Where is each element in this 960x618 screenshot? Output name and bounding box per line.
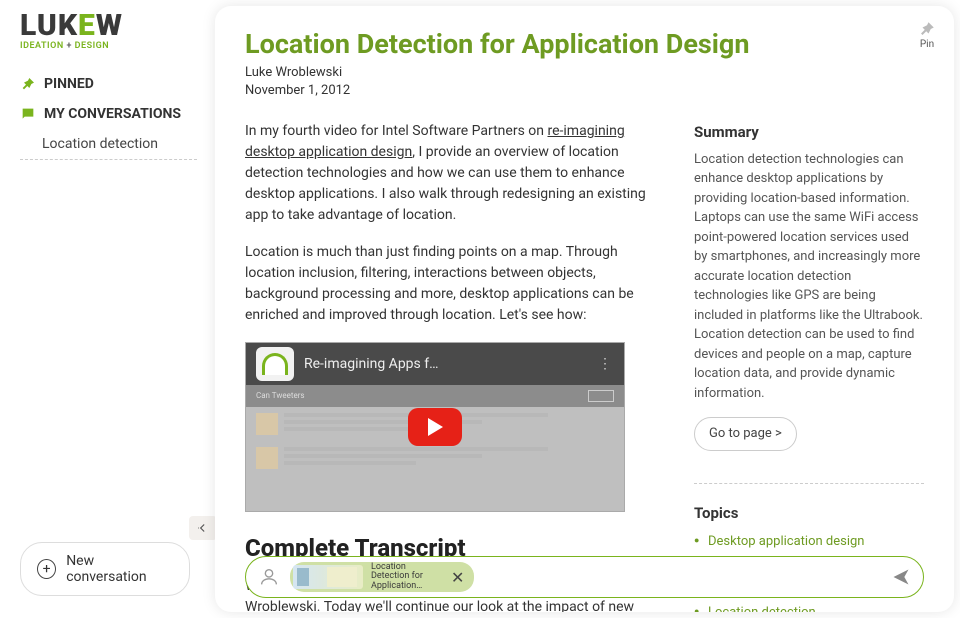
pin-button[interactable]: Pin [918,20,936,50]
new-conversation-button[interactable]: + New conversation [20,542,190,596]
video-title: Re-imagining Apps f… [304,354,588,375]
pushpin-icon [918,20,936,38]
article-author: Luke Wroblewski [245,64,924,82]
nav-myconv-label: MY CONVERSATIONS [44,106,181,122]
topic-item[interactable]: Desktop application design [694,530,924,554]
pin-label: Pin [920,39,934,50]
article-date: November 1, 2012 [245,82,924,100]
user-icon [258,566,280,588]
article-p1: In my fourth video for Intel Software Pa… [245,121,664,226]
video-embed[interactable]: Re-imagining Apps f… ⋮ Can Tweeters [245,342,625,512]
play-icon [428,418,443,436]
plus-icon: + [37,559,56,579]
new-conversation-label: New conversation [66,553,173,585]
context-chip: Location Detection for Application… ✕ [290,562,474,592]
chat-input-bar[interactable]: Location Detection for Application… ✕ [245,556,924,598]
summary-text: Location detection technologies can enha… [694,150,924,404]
logo[interactable]: LUKEW IDEATION + DESIGN [20,12,197,51]
chip-thumbnail [293,565,363,589]
main-panel: Pin Location Detection for Application D… [215,6,954,612]
chip-remove-button[interactable]: ✕ [449,568,466,587]
topic-item[interactable]: Location detection [694,601,924,612]
divider [694,483,924,484]
chip-label: Location Detection for Application… [371,563,441,591]
arrow-left-icon [196,521,210,535]
summary-heading: Summary [694,121,924,144]
article-body: In my fourth video for Intel Software Pa… [245,121,664,612]
article-scroll[interactable]: Pin Location Detection for Application D… [215,6,954,612]
nav-pinned[interactable]: PINNED [20,69,197,99]
video-channel-icon [256,347,294,381]
logo-tagline: IDEATION + DESIGN [20,41,197,51]
logo-wordmark: LUKEW [20,12,197,41]
collapse-sidebar-button[interactable] [189,516,217,540]
topics-heading: Topics [694,502,924,525]
article-title: Location Detection for Application Desig… [245,28,924,60]
video-more-icon[interactable]: ⋮ [598,354,614,375]
chat-icon [20,106,36,122]
article-p2: Location is much than just finding point… [245,242,664,326]
go-to-page-button[interactable]: Go to page > [694,417,797,451]
article-sidebar: Summary Location detection technologies … [694,121,924,612]
nav-pinned-label: PINNED [44,76,94,92]
article-meta: Luke Wroblewski November 1, 2012 [245,64,924,99]
play-button[interactable] [408,408,462,446]
send-icon[interactable] [891,567,911,587]
nav-my-conversations[interactable]: MY CONVERSATIONS [20,99,197,129]
sidebar: LUKEW IDEATION + DESIGN PINNED MY CONVER… [0,0,215,618]
pin-icon [20,76,36,92]
sidebar-conversation-item[interactable]: Location detection [20,129,197,160]
